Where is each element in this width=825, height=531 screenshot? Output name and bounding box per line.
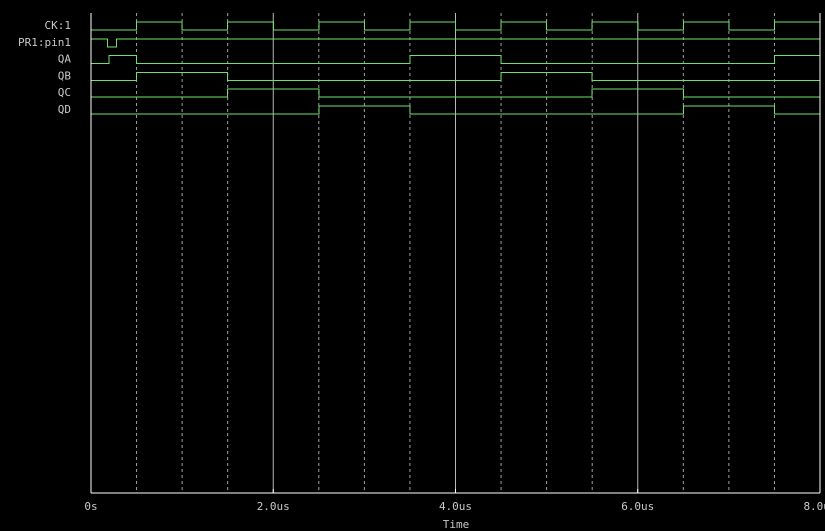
- signal-label: CK:1: [45, 19, 72, 32]
- signal-label: QD: [58, 103, 71, 116]
- x-axis: 0s 2.0us 4.0us 6.0us 8.0us: [84, 13, 825, 513]
- x-tick-label: 0s: [84, 500, 97, 513]
- x-tick-label: 8.0us: [803, 500, 825, 513]
- signal-label: QB: [58, 69, 72, 82]
- grid-lines: [136, 13, 775, 493]
- signal-label: QC: [58, 86, 71, 99]
- x-tick-label: 6.0us: [621, 500, 654, 513]
- signal-label: QA: [58, 53, 72, 66]
- signal-label: PR1:pin1: [18, 36, 71, 49]
- waveform-ck-1: [91, 21, 820, 31]
- x-axis-title: Time: [443, 518, 470, 531]
- timing-diagram: CK:1 PR1:pin1 QA QB QC QD 0s 2.0us 4.0us 6.0us 8.…: [18, 13, 825, 531]
- x-tick-label: 2.0us: [257, 500, 290, 513]
- signal-labels: CK:1 PR1:pin1 QA QB QC QD: [18, 19, 71, 116]
- x-tick-label: 4.0us: [439, 500, 472, 513]
